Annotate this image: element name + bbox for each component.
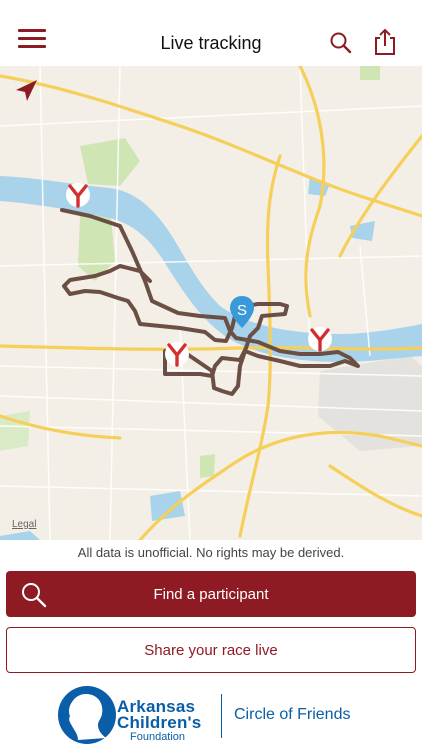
start-marker-label: S <box>237 302 247 319</box>
sponsor-footer: Arkansas Children's Foundation Circle of… <box>0 680 422 750</box>
race-logo-y-icon[interactable] <box>66 183 90 208</box>
location-arrow-icon[interactable] <box>12 76 42 106</box>
search-icon[interactable] <box>329 31 353 55</box>
find-participant-label: Find a participant <box>153 586 269 603</box>
disclaimer-text: All data is unofficial. No rights may be… <box>77 545 345 560</box>
race-map[interactable]: S <box>0 66 422 540</box>
race-logo-y-icon[interactable] <box>165 342 189 367</box>
org-name-line3: Foundation <box>130 731 186 743</box>
race-logo-y-icon[interactable] <box>308 327 332 352</box>
top-bar: Live tracking <box>0 0 422 66</box>
legal-link[interactable]: Legal <box>12 519 36 530</box>
find-participant-button[interactable]: Find a participant <box>6 571 416 617</box>
share-icon[interactable] <box>373 28 397 56</box>
logo-divider <box>221 694 222 738</box>
share-race-button[interactable]: Share your race live <box>6 627 416 673</box>
page-title: Live tracking <box>160 33 262 53</box>
child-silhouette-logo-icon <box>56 684 116 746</box>
org-name-line2: Children's <box>117 713 202 732</box>
share-race-label: Share your race live <box>144 642 278 659</box>
partner-name: Circle of Friends <box>234 706 351 723</box>
